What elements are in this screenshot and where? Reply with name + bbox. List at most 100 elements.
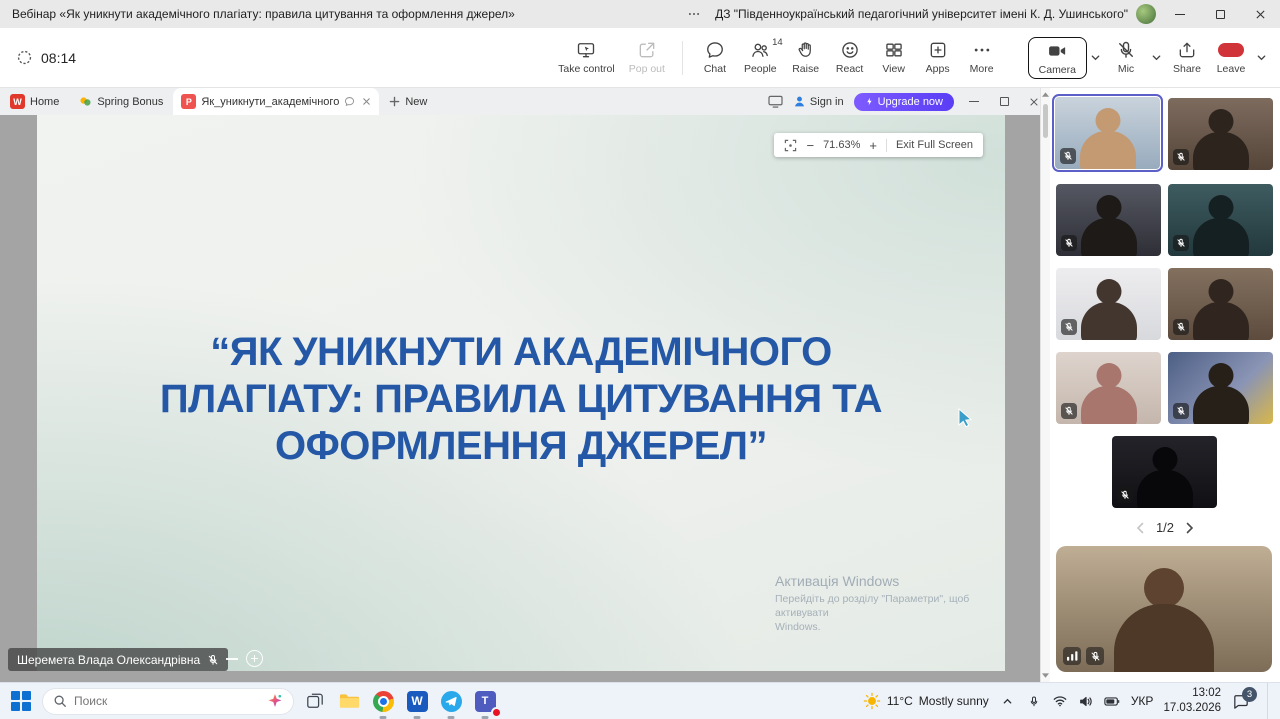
mic-button[interactable]: Mic [1104, 36, 1148, 79]
sign-in-button[interactable]: Sign in [793, 95, 844, 108]
weather-temp: 11°C [887, 694, 913, 708]
apps-button[interactable]: Apps [916, 36, 960, 79]
wps-minimize-button[interactable] [964, 92, 984, 112]
camera-button[interactable]: Camera [1028, 37, 1087, 79]
weather-widget[interactable]: 11°C Mostly sunny [863, 692, 989, 710]
participant-video[interactable] [1168, 352, 1273, 424]
leave-options-chevron-icon[interactable] [1253, 52, 1270, 63]
start-button[interactable] [8, 688, 34, 714]
tray-mic-icon[interactable] [1025, 690, 1043, 712]
participants-pager: 1/2 [1050, 520, 1280, 535]
participant-video[interactable] [1056, 268, 1161, 340]
pager-next-icon[interactable] [1186, 522, 1194, 534]
wps-maximize-button[interactable] [994, 92, 1014, 112]
participant-video[interactable] [1168, 98, 1273, 170]
pop-out-button[interactable]: Pop out [622, 36, 672, 79]
camera-icon [1047, 41, 1067, 61]
language-indicator[interactable]: УКР [1131, 694, 1154, 708]
participant-video[interactable] [1112, 436, 1217, 508]
pager-prev-icon[interactable] [1136, 522, 1144, 534]
participant-video[interactable] [1056, 352, 1161, 424]
mic-muted-badge [1173, 149, 1189, 165]
close-button[interactable] [1240, 0, 1280, 28]
windows-taskbar: W T 11°C Mostly sunny [0, 682, 1280, 719]
self-video-tile[interactable] [1056, 546, 1272, 672]
word-button[interactable]: W [404, 688, 430, 714]
share-button[interactable]: Share [1165, 36, 1209, 79]
scroll-up-icon[interactable] [1041, 92, 1050, 97]
minimize-icon [1175, 14, 1185, 15]
scroll-down-icon[interactable] [1041, 673, 1050, 678]
mic-muted-badge [1086, 647, 1104, 665]
minimize-button[interactable] [1160, 0, 1200, 28]
toolbar-device-group: Camera Mic Share Leave [1028, 36, 1270, 79]
participant-video-active-speaker[interactable] [1055, 97, 1160, 169]
account-avatar[interactable] [1136, 4, 1156, 24]
volume-icon[interactable] [1077, 690, 1095, 712]
scrollbar-thumb[interactable] [1043, 104, 1048, 138]
wifi-icon[interactable] [1051, 690, 1069, 712]
battery-icon[interactable] [1103, 690, 1121, 712]
titlebar-more-icon[interactable] [681, 7, 707, 21]
chat-button[interactable]: Chat [693, 36, 737, 79]
mic-muted-badge [1061, 319, 1077, 335]
participant-video[interactable] [1168, 268, 1273, 340]
more-button[interactable]: More [960, 36, 1004, 79]
zoombar-divider [886, 139, 887, 152]
tab-comment-icon [344, 96, 355, 107]
new-tab-button[interactable]: New [379, 88, 437, 115]
telegram-button[interactable] [438, 688, 464, 714]
react-button[interactable]: React [828, 36, 872, 79]
share-icon [1177, 40, 1197, 60]
zoom-out-button[interactable]: − [806, 139, 814, 152]
view-button[interactable]: View [872, 36, 916, 79]
teams-titlebar: Вебінар «Як уникнути академічного плагіа… [0, 0, 1280, 28]
zoom-in-button[interactable]: + [869, 139, 877, 152]
tab-spring-bonus[interactable]: Spring Bonus [69, 88, 173, 115]
people-count-badge: 14 [772, 37, 783, 48]
people-button[interactable]: 14 People [737, 36, 784, 79]
mouse-cursor [958, 408, 973, 432]
take-control-button[interactable]: Take control [551, 36, 622, 79]
camera-options-chevron-icon[interactable] [1087, 52, 1104, 63]
mic-muted-badge [1061, 403, 1077, 419]
wps-logo-icon: W [10, 94, 25, 109]
take-control-icon [576, 40, 596, 60]
overlay-plus-button[interactable] [246, 650, 263, 667]
pop-out-icon [637, 40, 657, 60]
raise-hand-icon [796, 40, 816, 60]
tab-close-icon[interactable] [360, 97, 371, 106]
mic-muted-badge [1060, 148, 1076, 164]
mic-muted-badge [1173, 235, 1189, 251]
fit-selection-icon[interactable] [784, 139, 797, 152]
tray-expand-chevron-icon[interactable] [999, 690, 1017, 712]
participant-video[interactable] [1168, 184, 1273, 256]
tab-document-active[interactable]: P Як_уникнути_академічного [173, 88, 379, 115]
maximize-button[interactable] [1200, 0, 1240, 28]
task-view-button[interactable] [302, 688, 328, 714]
weather-desc: Mostly sunny [919, 694, 989, 708]
minimize-icon [969, 101, 979, 102]
raise-hand-button[interactable]: Raise [784, 36, 828, 79]
exit-fullscreen-button[interactable]: Exit Full Screen [896, 139, 973, 151]
notification-center-button[interactable]: 3 [1233, 694, 1249, 709]
search-input[interactable] [74, 694, 224, 708]
leave-button[interactable]: Leave [1209, 36, 1253, 79]
show-desktop-button[interactable] [1267, 683, 1270, 719]
upgrade-now-button[interactable]: Upgrade now [854, 93, 954, 111]
participant-video[interactable] [1056, 184, 1161, 256]
teams-button[interactable]: T [472, 688, 498, 714]
chrome-button[interactable] [370, 688, 396, 714]
cast-screen-icon[interactable] [768, 95, 783, 108]
telegram-icon [441, 691, 462, 712]
sun-icon [863, 692, 881, 710]
search-highlights-icon[interactable] [267, 693, 283, 709]
document-scrollbar[interactable] [1040, 88, 1050, 682]
mic-options-chevron-icon[interactable] [1148, 52, 1165, 63]
clock-widget[interactable]: 13:02 17.03.2026 [1163, 686, 1221, 716]
file-explorer-button[interactable] [336, 688, 362, 714]
spring-bonus-icon [79, 95, 92, 108]
overlay-minus-button[interactable] [226, 658, 238, 660]
tab-home[interactable]: W Home [0, 88, 69, 115]
taskbar-search[interactable] [42, 688, 294, 715]
